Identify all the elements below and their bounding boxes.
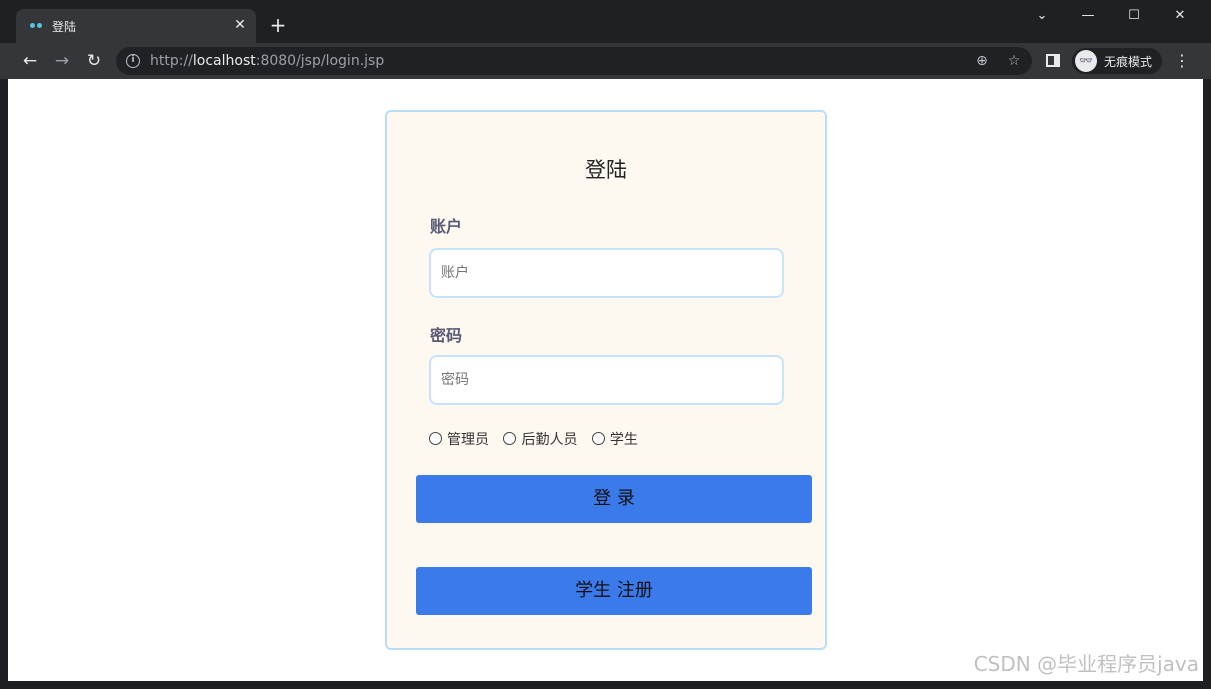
tab-close-icon[interactable]: ✕ [230,15,250,35]
student-register-button[interactable]: 学生 注册 [416,567,812,615]
reload-button[interactable]: ↻ [81,48,107,74]
incognito-label: 无痕模式 [1104,55,1153,69]
tab-login[interactable]: 登陆 ✕ [16,9,256,43]
back-button[interactable]: ← [17,48,43,74]
login-card: 登陆 账户 密码 管理员 后勤人员 学生 登 录 学生 注册 [385,110,827,650]
browser-menu-icon[interactable]: ⋮ [1172,48,1192,74]
minimize-button[interactable]: — [1065,3,1111,29]
browser-toolbar: ← → ↻ i http://localhost:8080/jsp/login.… [0,43,1211,79]
login-title: 登陆 [585,158,627,182]
address-bar[interactable]: i http://localhost:8080/jsp/login.jsp ⊕ … [116,47,1032,75]
password-input[interactable] [429,355,784,405]
account-input[interactable] [429,248,784,298]
role-option-logistics[interactable]: 后勤人员 [503,429,577,449]
role-label: 后勤人员 [521,432,578,448]
bookmark-star-icon[interactable]: ☆ [1003,50,1025,72]
favicon-icon [30,21,44,31]
radio-circle-icon[interactable] [503,432,517,445]
login-button[interactable]: 登 录 [416,475,812,523]
account-label: 账户 [430,217,463,236]
tab-title: 登陆 [52,20,77,34]
role-radio-group: 管理员 后勤人员 学生 [429,429,648,449]
side-panel-icon[interactable] [1046,54,1060,67]
window-close-button[interactable]: ✕ [1157,3,1203,29]
forward-button[interactable]: → [49,48,75,74]
page-viewport: 登陆 账户 密码 管理员 后勤人员 学生 登 录 学生 注册 CSDN @毕业程… [8,79,1203,681]
url-text[interactable]: http://localhost:8080/jsp/login.jsp [150,53,384,69]
csdn-watermark: CSDN @毕业程序员java [973,652,1199,676]
incognito-indicator[interactable]: 👓 无痕模式 [1072,48,1162,74]
radio-circle-icon[interactable] [591,432,605,445]
role-option-student[interactable]: 学生 [591,429,638,449]
role-option-admin[interactable]: 管理员 [429,429,489,449]
tab-strip: 登陆 ✕ + ⌄ — ☐ ✕ [0,0,1211,43]
site-info-icon[interactable]: i [126,54,140,68]
role-label: 管理员 [447,432,489,448]
password-label: 密码 [430,326,463,345]
incognito-icon: 👓 [1075,50,1097,72]
zoom-icon[interactable]: ⊕ [971,50,993,72]
new-tab-button[interactable]: + [266,13,290,37]
tab-search-icon[interactable]: ⌄ [1019,3,1065,29]
role-label: 学生 [609,432,638,448]
radio-circle-icon[interactable] [429,432,442,445]
maximize-button[interactable]: ☐ [1111,3,1157,29]
